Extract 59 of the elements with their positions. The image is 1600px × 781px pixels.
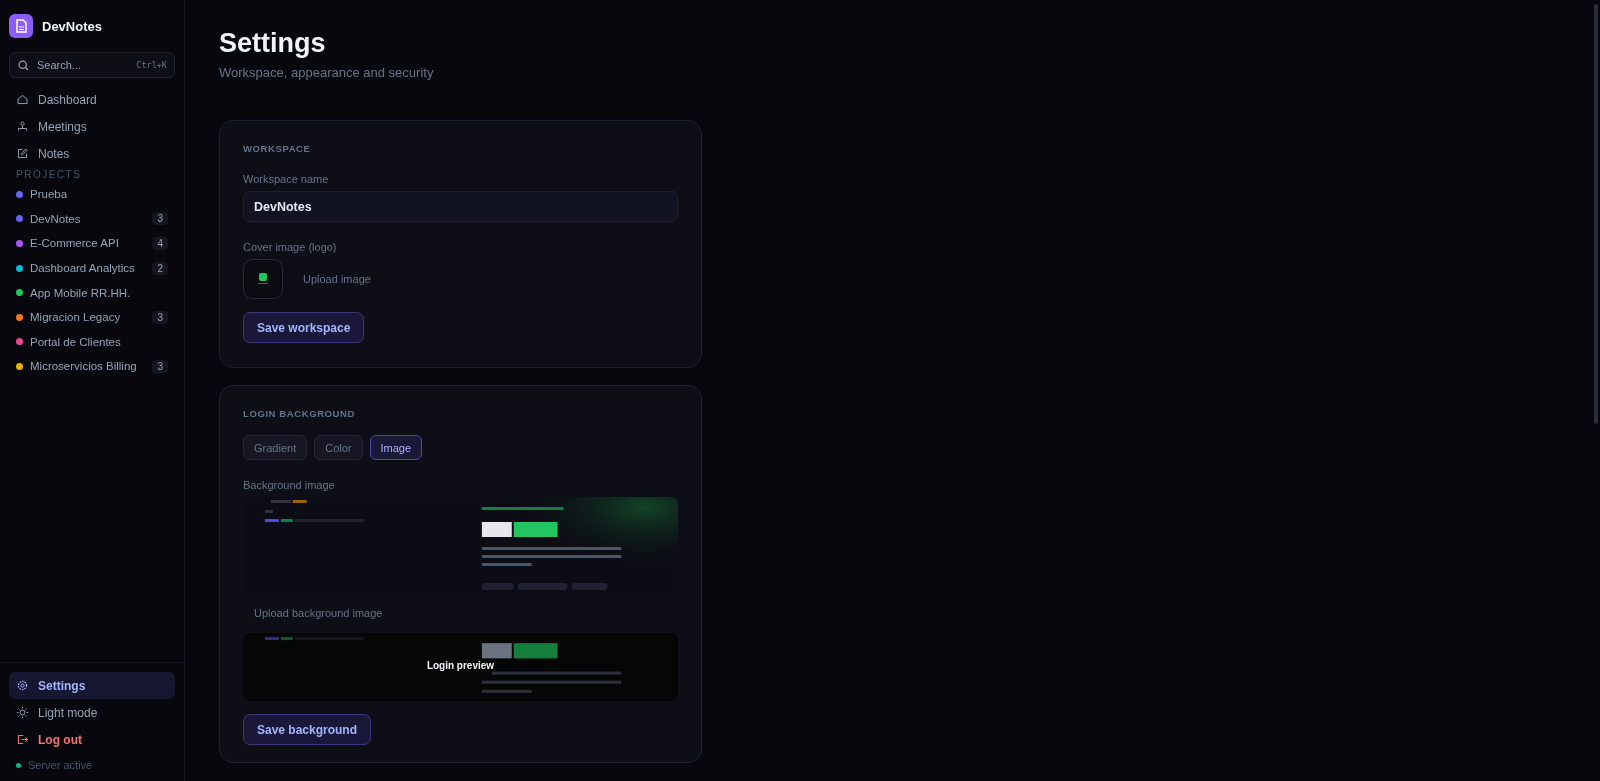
mode-tab[interactable]: Image (369, 435, 423, 460)
project-item[interactable]: E-Commerce API 4 (9, 231, 175, 256)
preview-label: Login preview (426, 660, 495, 671)
count-badge: 3 (152, 212, 168, 226)
count-badge: 4 (152, 237, 168, 250)
project-name: Prueba (30, 188, 69, 201)
status-text: Server active (28, 759, 93, 771)
card-heading: WORKSPACE (243, 143, 312, 154)
search-field[interactable]: Search... Ctrl+K (9, 52, 175, 78)
mode-tab[interactable]: Gradient (243, 435, 308, 460)
logout-icon (16, 733, 29, 746)
workspace-name-field[interactable]: DevNotes (243, 191, 678, 222)
people-icon (16, 120, 29, 133)
nav-item[interactable]: Dashboard (9, 86, 175, 113)
settings-icon (16, 679, 29, 692)
count-badge: 3 (152, 310, 168, 324)
nav-item[interactable]: Meetings (9, 113, 175, 140)
project-item[interactable]: DevNotes 3 (9, 206, 175, 232)
project-item[interactable]: Dashboard Analytics 2 (9, 255, 175, 281)
project-item[interactable]: Prueba (9, 182, 175, 207)
nav-item[interactable]: Light mode (9, 699, 175, 726)
project-name: Portal de Clientes (30, 335, 122, 348)
section-heading: PROJECTS (15, 169, 83, 180)
app-logo-icon (9, 14, 33, 38)
project-item[interactable]: App Mobile RR.HH. (9, 280, 175, 305)
sun-icon (16, 706, 29, 719)
project-name: Dashboard Analytics (30, 262, 136, 275)
project-name: Migracion Legacy (30, 311, 122, 324)
page-subtitle: Workspace, appearance and security (219, 65, 435, 80)
card-heading: LOGIN BACKGROUND (243, 408, 356, 419)
project-name: Microservicios Billing (30, 360, 138, 373)
mode-tab[interactable]: Color (314, 435, 363, 460)
field-label: Cover image (logo) (243, 241, 338, 253)
field-label: Workspace name (243, 173, 330, 185)
save-background-button[interactable]: Save background (243, 714, 372, 745)
project-name: E-Commerce API (30, 237, 120, 250)
project-name: DevNotes (30, 212, 82, 225)
page-title: Settings (219, 28, 327, 59)
home-icon (16, 93, 29, 106)
scrollbar[interactable] (1594, 4, 1598, 424)
project-item[interactable]: Migracion Legacy 3 (9, 304, 175, 330)
project-item[interactable]: Microservicios Billing 3 (9, 354, 175, 379)
edit-icon (16, 147, 29, 160)
shortcut-hint: Ctrl+K (136, 60, 167, 70)
count-badge: 2 (152, 261, 168, 275)
upload-image-button[interactable]: Upload image (297, 269, 377, 289)
field-label: Background image (243, 479, 336, 491)
search-input[interactable]: Search... (37, 59, 130, 71)
upload-background-button[interactable]: Upload background image (254, 607, 383, 619)
nav-item[interactable]: Settings (9, 672, 175, 699)
search-icon (17, 58, 30, 72)
nav-item[interactable]: Log out (9, 726, 175, 753)
app-name: DevNotes (42, 18, 102, 34)
save-workspace-button[interactable]: Save workspace (243, 312, 365, 343)
project-name: App Mobile RR.HH. (30, 286, 132, 299)
project-item[interactable]: Portal de Clientes (9, 329, 175, 355)
logo-thumbnail-icon (243, 259, 283, 299)
count-badge: 3 (152, 359, 168, 373)
nav-item[interactable]: Notes (9, 140, 175, 167)
